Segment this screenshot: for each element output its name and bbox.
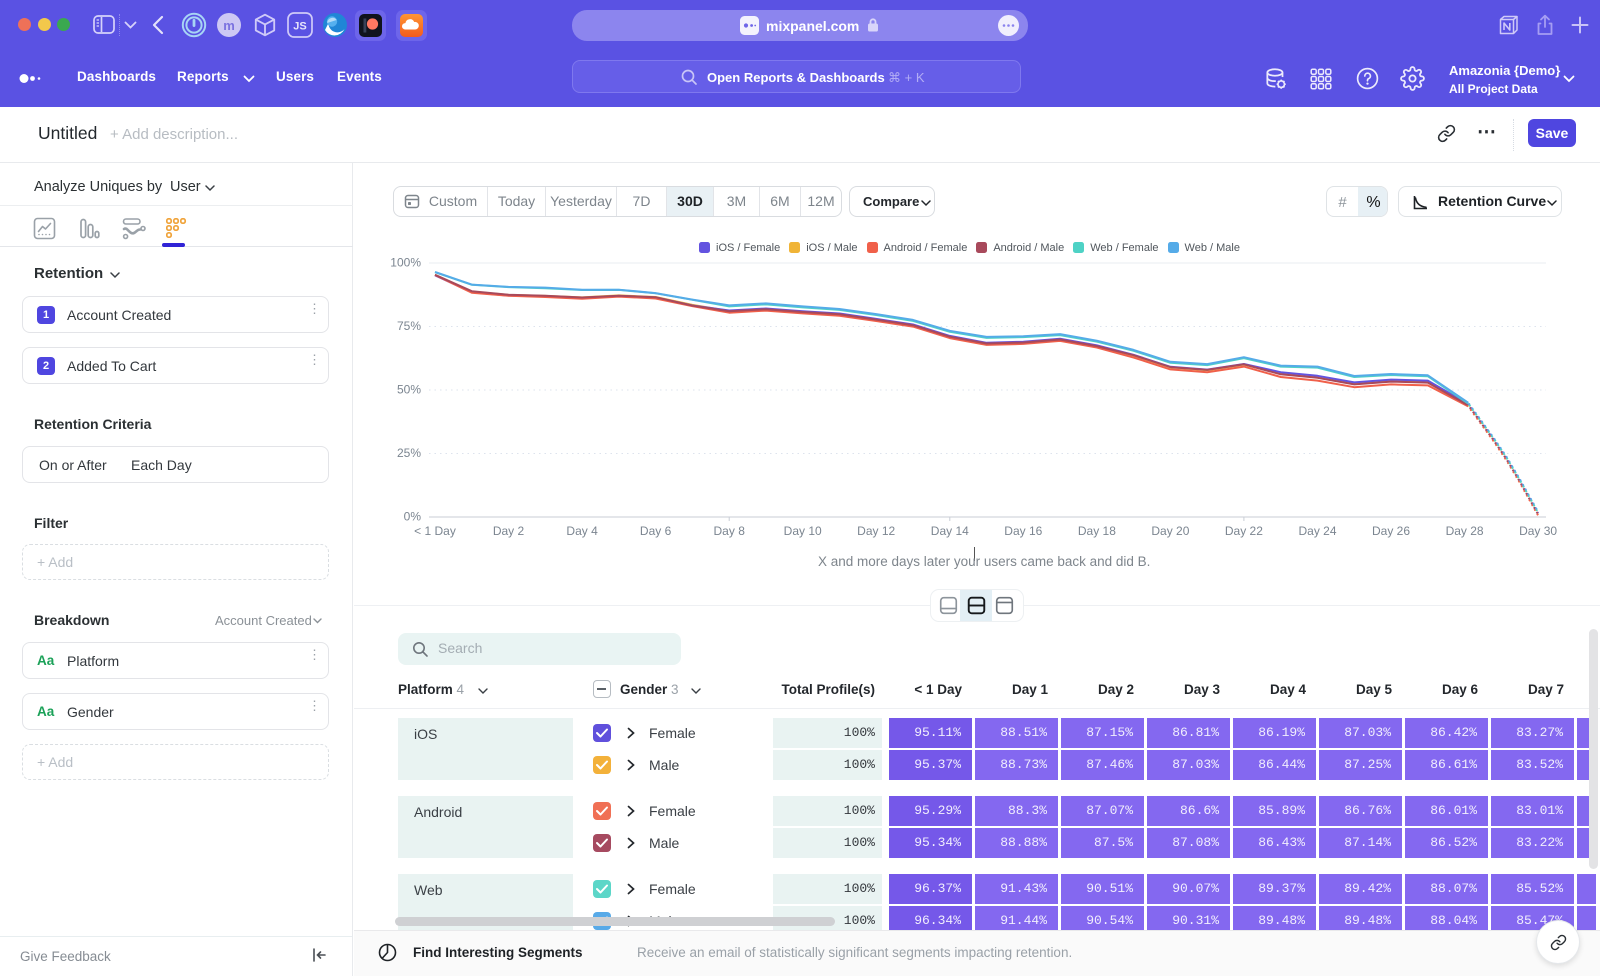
svg-text:Day 4: Day 4: [566, 524, 598, 538]
svg-text:Day 30: Day 30: [1519, 524, 1557, 538]
svg-text:Day 2: Day 2: [493, 524, 525, 538]
svg-text:Day 22: Day 22: [1225, 524, 1263, 538]
svg-text:m: m: [223, 18, 235, 33]
svg-text:Day 6: Day 6: [640, 524, 672, 538]
svg-text:Day 24: Day 24: [1298, 524, 1336, 538]
svg-text:JS: JS: [293, 21, 306, 33]
svg-text:25%: 25%: [397, 446, 421, 460]
svg-text:0%: 0%: [404, 510, 422, 524]
svg-text:< 1 Day: < 1 Day: [414, 524, 456, 538]
svg-text:Day 10: Day 10: [784, 524, 822, 538]
svg-text:75%: 75%: [397, 319, 421, 333]
svg-text:Day 28: Day 28: [1446, 524, 1484, 538]
svg-text:Day 16: Day 16: [1004, 524, 1042, 538]
svg-text:100%: 100%: [390, 256, 421, 270]
svg-text:Day 20: Day 20: [1151, 524, 1189, 538]
svg-text:Day 18: Day 18: [1078, 524, 1116, 538]
svg-text:Day 12: Day 12: [857, 524, 895, 538]
svg-text:Day 8: Day 8: [714, 524, 746, 538]
svg-text:Day 14: Day 14: [931, 524, 969, 538]
svg-text:50%: 50%: [397, 383, 421, 397]
svg-text:Day 26: Day 26: [1372, 524, 1410, 538]
